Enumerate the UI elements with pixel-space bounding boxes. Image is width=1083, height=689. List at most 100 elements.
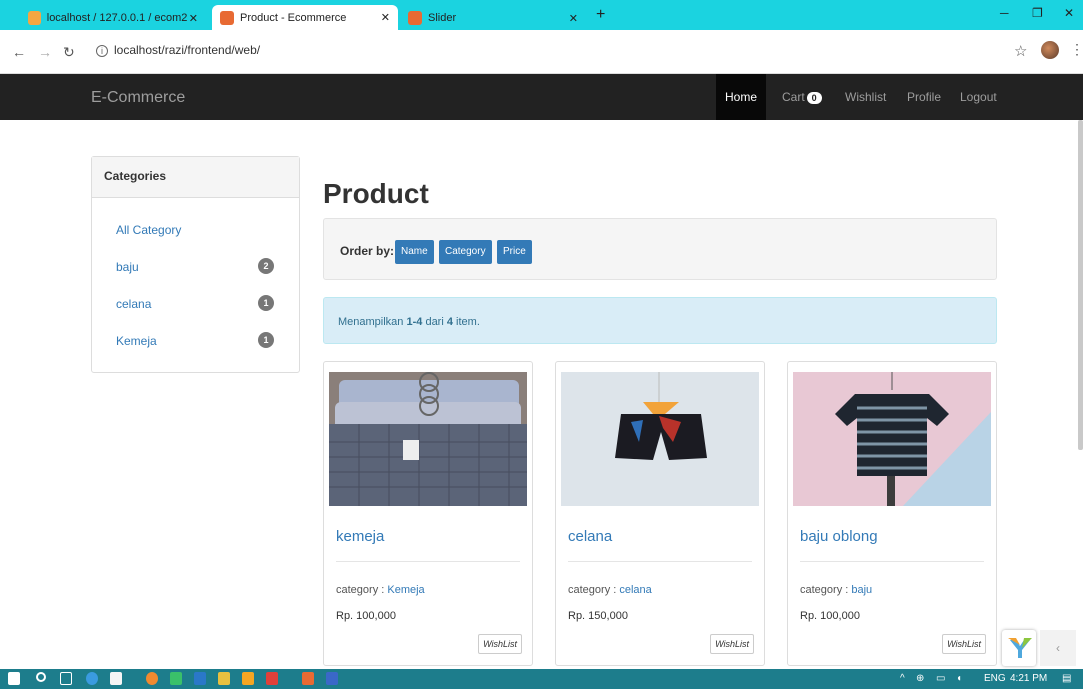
summary-suffix: item. [452, 316, 480, 328]
tab-phpmyadmin[interactable]: localhost / 127.0.0.1 / ecom2 / u ✕ [20, 6, 206, 30]
page-title: Product [323, 178, 429, 209]
tab-product[interactable]: Product - Ecommerce ✕ [212, 5, 398, 30]
reload-icon[interactable]: ↻ [63, 44, 75, 61]
restore-icon[interactable]: ❐ [1032, 6, 1043, 20]
nav-cart-label: Cart [782, 90, 805, 104]
app-icon[interactable] [170, 672, 182, 685]
store-icon[interactable] [110, 672, 122, 685]
product-price: Rp. 100,000 [800, 610, 860, 622]
new-tab-button[interactable]: + [596, 6, 605, 24]
wishlist-button[interactable]: WishList [478, 634, 522, 654]
volume-icon[interactable]: ◖ [956, 673, 962, 684]
close-icon[interactable]: ✕ [381, 11, 390, 24]
search-icon[interactable] [36, 672, 46, 682]
url-field[interactable]: i localhost/razi/frontend/web/ [96, 43, 260, 57]
network-icon[interactable]: ⊕ [916, 673, 924, 684]
category-label: category : [800, 584, 852, 596]
close-icon[interactable]: ✕ [189, 12, 198, 25]
mail-icon[interactable] [194, 672, 206, 685]
nav-home[interactable]: Home [716, 74, 766, 120]
category-all[interactable]: All Category [116, 223, 181, 237]
product-image-kemeja[interactable] [329, 372, 527, 506]
clock[interactable]: 4:21 PM [1010, 673, 1047, 684]
product-name[interactable]: baju oblong [800, 528, 878, 545]
windows-taskbar: ^ ⊕ ▭ ◖ ENG 4:21 PM ▤ [0, 669, 1083, 689]
editor-icon[interactable] [302, 672, 314, 685]
url-text: localhost/razi/frontend/web/ [114, 43, 261, 57]
back-icon[interactable]: ← [12, 44, 26, 60]
categories-panel: Categories All Category baju 2 celana 1 … [91, 156, 300, 373]
yii-icon [220, 10, 234, 25]
bookmark-star-icon[interactable]: ☆ [1014, 42, 1027, 60]
summary-range: 1-4 [406, 316, 423, 328]
product-category: category : baju [800, 584, 872, 596]
product-category: category : celana [568, 584, 652, 596]
summary-prefix: Menampilkan [338, 316, 407, 328]
category-count-badge: 2 [258, 258, 274, 274]
site-brand[interactable]: E-Commerce [91, 89, 185, 107]
close-icon[interactable]: ✕ [569, 12, 578, 25]
xampp-icon[interactable] [242, 672, 254, 685]
product-card: celana category : celana Rp. 150,000 Wis… [555, 361, 765, 666]
forward-icon[interactable]: → [38, 44, 52, 60]
vertical-scrollbar[interactable] [1078, 120, 1083, 450]
file-explorer-icon[interactable] [218, 672, 230, 685]
product-name[interactable]: kemeja [336, 528, 384, 545]
product-image-celana[interactable] [561, 372, 759, 506]
category-celana[interactable]: celana [116, 297, 151, 311]
nav-profile[interactable]: Profile [907, 90, 941, 104]
wishlist-button[interactable]: WishList [710, 634, 754, 654]
category-link[interactable]: celana [619, 584, 651, 596]
task-view-icon[interactable] [60, 672, 72, 685]
info-icon[interactable]: i [96, 45, 108, 57]
site-navbar: E-Commerce Home Cart 0 Wishlist Profile L… [0, 74, 1083, 120]
product-name[interactable]: celana [568, 528, 612, 545]
yii-debug-toolbar[interactable] [1002, 630, 1036, 666]
summary-middle: dari [422, 316, 447, 328]
menu-kebab-icon[interactable]: ⋮ [1070, 41, 1083, 58]
category-baju[interactable]: baju [116, 260, 139, 274]
nav-cart[interactable]: Cart 0 [782, 90, 822, 104]
edge-icon[interactable] [86, 672, 98, 685]
windows-start-icon[interactable] [8, 672, 20, 685]
cart-count-badge: 0 [806, 92, 822, 104]
tab-title: Slider [428, 12, 457, 24]
minimize-icon[interactable]: ─ [1000, 6, 1009, 20]
firefox-icon[interactable] [146, 672, 158, 685]
panel-heading: Categories [92, 157, 299, 198]
language-indicator[interactable]: ENG [984, 673, 1006, 684]
category-count-badge: 1 [258, 332, 274, 348]
product-image-baju-oblong[interactable] [793, 372, 991, 506]
order-name-button[interactable]: Name [395, 240, 434, 264]
product-price: Rp. 100,000 [336, 610, 396, 622]
nav-logout[interactable]: Logout [960, 90, 997, 104]
summary-alert: Menampilkan 1-4 dari 4 item. [323, 297, 997, 344]
window-close-icon[interactable]: ✕ [1064, 6, 1074, 20]
tab-slider[interactable]: Slider ✕ [400, 6, 586, 30]
tray-chevron-icon[interactable]: ^ [900, 673, 905, 684]
phpmyadmin-icon [28, 11, 41, 25]
category-label: category : [336, 584, 388, 596]
category-label: category : [568, 584, 620, 596]
category-link[interactable]: baju [851, 584, 872, 596]
category-link[interactable]: Kemeja [387, 584, 424, 596]
category-kemeja[interactable]: Kemeja [116, 334, 157, 348]
chrome-icon[interactable] [266, 672, 278, 685]
product-card: baju oblong category : baju Rp. 100,000 … [787, 361, 997, 666]
order-price-button[interactable]: Price [497, 240, 532, 264]
product-card: kemeja category : Kemeja Rp. 100,000 Wis… [323, 361, 533, 666]
battery-icon[interactable]: ▭ [936, 673, 945, 684]
profile-avatar[interactable] [1041, 41, 1059, 59]
order-by-label: Order by: [340, 244, 395, 258]
product-price: Rp. 150,000 [568, 610, 628, 622]
divider [800, 561, 984, 562]
order-category-button[interactable]: Category [439, 240, 492, 264]
wishlist-button[interactable]: WishList [942, 634, 986, 654]
browser-tab-strip: localhost / 127.0.0.1 / ecom2 / u ✕ Prod… [0, 0, 1083, 30]
nav-wishlist[interactable]: Wishlist [845, 90, 886, 104]
category-count-badge: 1 [258, 295, 274, 311]
notification-icon[interactable]: ▤ [1062, 673, 1071, 684]
chevron-left-icon[interactable]: ‹ [1040, 630, 1076, 666]
yii-icon [408, 11, 422, 25]
word-icon[interactable] [326, 672, 338, 685]
